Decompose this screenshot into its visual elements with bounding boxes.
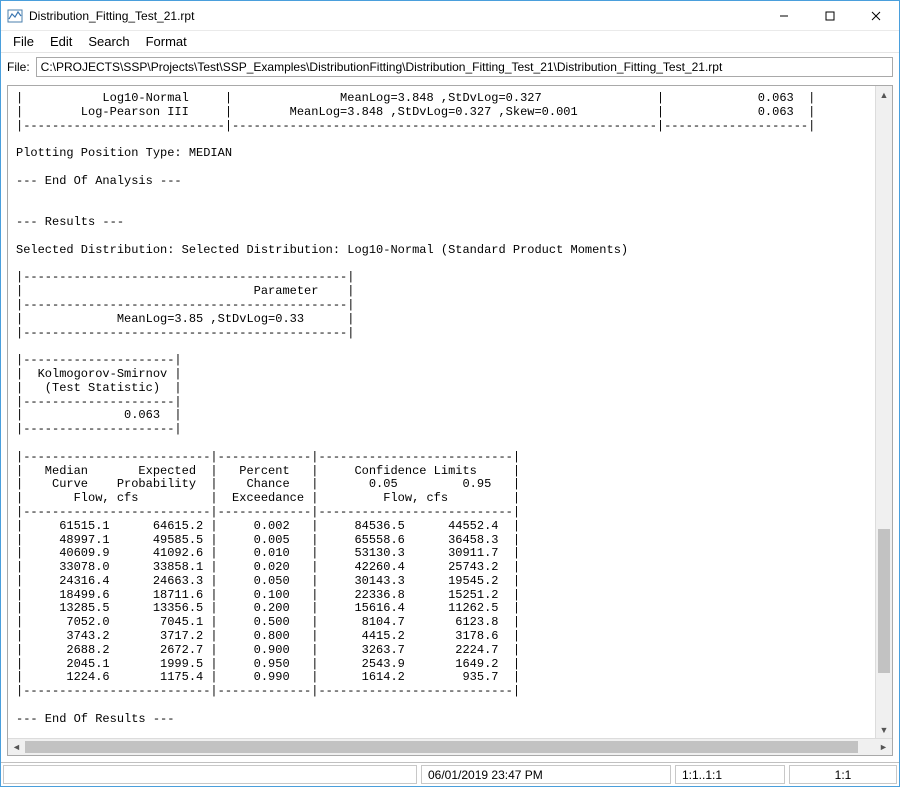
menu-edit[interactable]: Edit xyxy=(42,32,80,51)
horizontal-scroll-thumb[interactable] xyxy=(25,741,858,753)
close-button[interactable] xyxy=(853,1,899,30)
scroll-left-arrow-icon[interactable]: ◄ xyxy=(8,739,25,756)
scroll-up-arrow-icon[interactable]: ▲ xyxy=(876,86,892,103)
vertical-scroll-thumb[interactable] xyxy=(878,529,890,672)
status-bar: 06/01/2019 23:47 PM 1:1..1:1 1:1 xyxy=(1,762,899,786)
status-position: 1:1 xyxy=(789,765,897,784)
horizontal-scroll-track[interactable] xyxy=(25,739,875,755)
status-selection: 1:1..1:1 xyxy=(675,765,785,784)
menu-format[interactable]: Format xyxy=(138,32,195,51)
status-timestamp: 06/01/2019 23:47 PM xyxy=(421,765,671,784)
vertical-scrollbar[interactable]: ▲ ▼ xyxy=(875,86,892,738)
file-path-row: File: xyxy=(1,53,899,81)
menu-search[interactable]: Search xyxy=(80,32,137,51)
file-path-input[interactable] xyxy=(36,57,893,77)
status-empty xyxy=(3,765,417,784)
report-scroll-area: | Log10-Normal | MeanLog=3.848 ,StDvLog=… xyxy=(8,86,892,738)
report-text[interactable]: | Log10-Normal | MeanLog=3.848 ,StDvLog=… xyxy=(8,86,875,738)
report-panel: | Log10-Normal | MeanLog=3.848 ,StDvLog=… xyxy=(7,85,893,756)
window-controls xyxy=(761,1,899,30)
menu-bar: File Edit Search Format xyxy=(1,31,899,53)
scroll-down-arrow-icon[interactable]: ▼ xyxy=(876,721,892,738)
app-icon xyxy=(7,8,23,24)
scroll-right-arrow-icon[interactable]: ► xyxy=(875,739,892,756)
minimize-button[interactable] xyxy=(761,1,807,30)
file-label: File: xyxy=(7,60,30,74)
window-title: Distribution_Fitting_Test_21.rpt xyxy=(29,9,761,23)
horizontal-scrollbar[interactable]: ◄ ► xyxy=(8,738,892,755)
menu-file[interactable]: File xyxy=(5,32,42,51)
maximize-button[interactable] xyxy=(807,1,853,30)
title-bar: Distribution_Fitting_Test_21.rpt xyxy=(1,1,899,31)
